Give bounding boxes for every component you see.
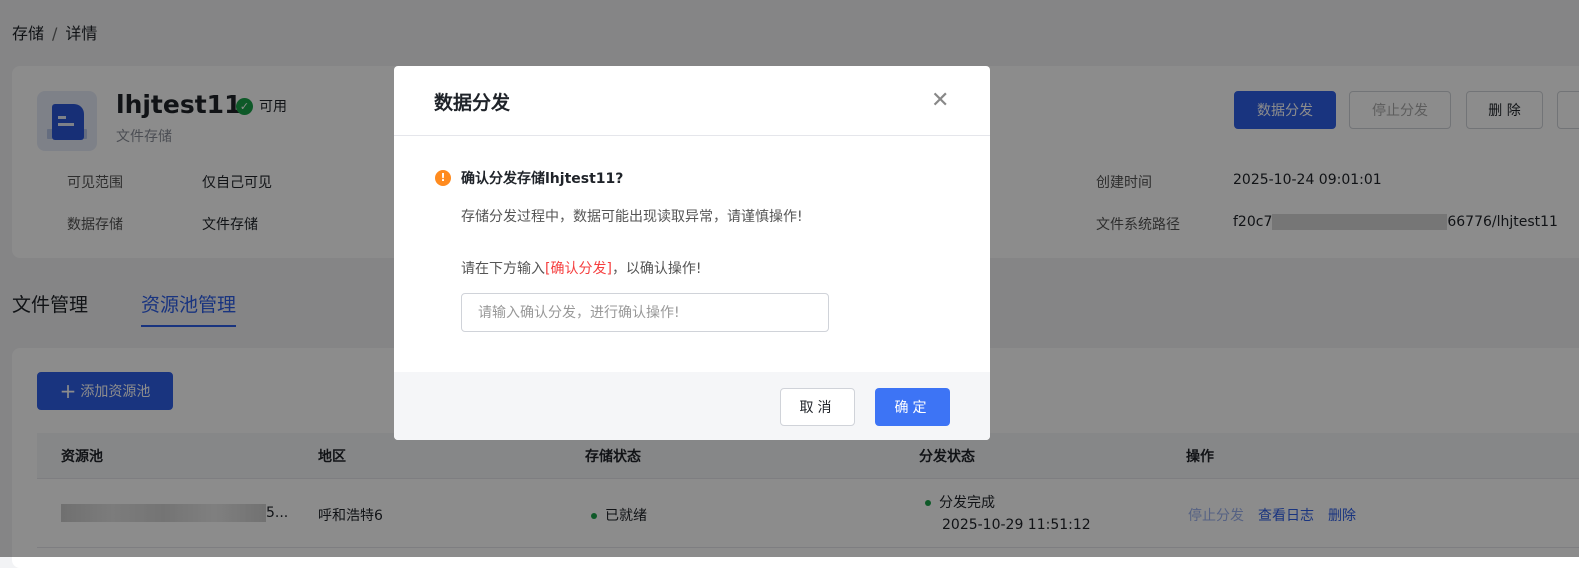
- close-icon[interactable]: ✕: [931, 88, 949, 113]
- instruction-pre: 请在下方输入: [461, 261, 545, 277]
- warning-icon: !: [435, 170, 451, 186]
- confirm-question: 确认分发存储lhjtest11?: [461, 171, 624, 187]
- confirm-button[interactable]: 确定: [875, 388, 950, 426]
- instruction-keyword: [确认分发]: [545, 261, 612, 277]
- confirm-input[interactable]: [461, 293, 829, 332]
- dialog-footer: 取消 确定: [394, 372, 990, 440]
- dialog-title: 数据分发: [434, 92, 511, 114]
- instruction-post: ，以确认操作!: [611, 261, 702, 277]
- cancel-button[interactable]: 取消: [780, 388, 855, 426]
- instruction: 请在下方输入[确认分发]，以确认操作!: [461, 258, 702, 278]
- warning-message: 存储分发过程中，数据可能出现读取异常，请谨慎操作!: [461, 209, 803, 225]
- divider: [394, 135, 990, 136]
- distribute-dialog: 数据分发 ✕ ! 确认分发存储lhjtest11? 存储分发过程中，数据可能出现…: [394, 66, 990, 440]
